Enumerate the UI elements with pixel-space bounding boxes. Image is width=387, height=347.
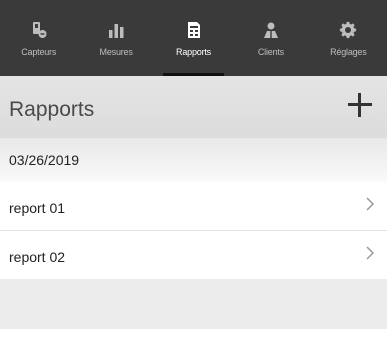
chevron-right-icon	[366, 246, 375, 260]
tab-capteurs[interactable]: Capteurs	[0, 0, 77, 76]
gear-icon	[340, 21, 357, 39]
tab-label: Mesures	[99, 47, 133, 57]
tab-mesures[interactable]: Mesures	[77, 0, 154, 76]
tab-bar: Capteurs Mesures Rapports Clients Réglag…	[0, 0, 387, 76]
plus-icon[interactable]	[348, 93, 372, 117]
list-item-report-02[interactable]: report 02	[0, 230, 387, 278]
tab-label: Rapports	[176, 47, 211, 57]
tab-label: Clients	[257, 47, 284, 57]
bar-chart-icon	[109, 24, 124, 38]
list-item-label: report 01	[9, 200, 66, 216]
tab-label: Capteurs	[21, 47, 57, 57]
tab-clients[interactable]: Clients	[232, 0, 309, 76]
tab-label: Réglages	[330, 47, 367, 57]
page-title: Rapports	[9, 98, 95, 121]
list-item-report-01[interactable]: report 01	[0, 182, 387, 230]
sensor-icon	[32, 22, 47, 38]
section-date: 03/26/2019	[9, 152, 80, 168]
chevron-right-icon	[366, 197, 375, 211]
users-icon	[263, 22, 278, 38]
report-icon	[187, 22, 200, 38]
page-header: Rapports	[0, 76, 387, 138]
tab-rapports[interactable]: Rapports	[155, 0, 232, 76]
date-section-header: 03/26/2019	[0, 138, 387, 182]
tab-reglages[interactable]: Réglages	[310, 0, 387, 76]
empty-footer-area	[0, 279, 387, 329]
list-item-label: report 02	[9, 249, 66, 265]
report-list: report 01 report 02	[0, 182, 387, 278]
